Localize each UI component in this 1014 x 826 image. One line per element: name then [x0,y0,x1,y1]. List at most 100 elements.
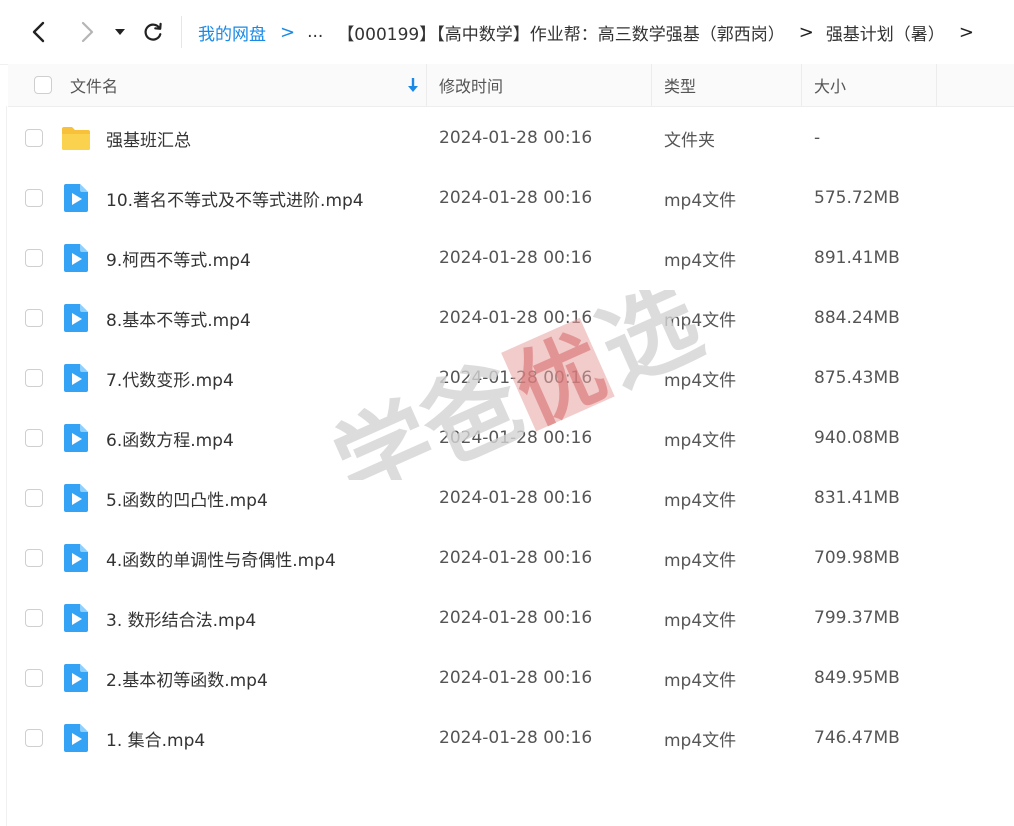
file-row[interactable]: 9.柯西不等式.mp4 2024-01-28 00:16 mp4文件 891.41MB [8,228,1014,288]
file-row[interactable]: 7.代数变形.mp4 2024-01-28 00:16 mp4文件 875.43MB [8,348,1014,408]
file-modified: 2024-01-28 00:16 [439,728,593,748]
file-row[interactable]: 10.著名不等式及不等式进阶.mp4 2024-01-28 00:16 mp4文件 5… [8,168,1014,228]
file-size: - [814,128,821,148]
row-checkbox-cell [25,528,43,588]
breadcrumb-separator-icon: > [798,21,814,43]
file-row[interactable]: 1. 集合.mp4 2024-01-28 00:16 mp4文件 746.47MB [8,708,1014,768]
file-name[interactable]: 10.著名不等式及不等式进阶.mp4 [106,168,364,228]
file-name[interactable]: 2.基本初等函数.mp4 [106,648,268,708]
breadcrumb-ellipsis[interactable]: ... [307,22,323,42]
row-checkbox[interactable] [25,609,43,627]
left-rail-divider [6,106,7,826]
file-row[interactable]: 强基班汇总 2024-01-28 00:16 文件夹 - [8,108,1014,168]
row-checkbox[interactable] [25,309,43,327]
row-checkbox[interactable] [25,489,43,507]
file-type: mp4文件 [664,310,737,331]
row-checkbox[interactable] [25,729,43,747]
back-button[interactable] [24,16,54,48]
select-all-checkbox[interactable] [34,76,52,94]
row-checkbox[interactable] [25,369,43,387]
row-checkbox[interactable] [25,189,43,207]
file-row[interactable]: 5.函数的凹凸性.mp4 2024-01-28 00:16 mp4文件 831.41M… [8,468,1014,528]
row-checkbox-cell [25,588,43,648]
row-checkbox[interactable] [25,429,43,447]
file-type: mp4文件 [664,190,737,211]
refresh-button[interactable] [138,16,168,48]
file-size: 940.08MB [814,428,900,448]
file-modified: 2024-01-28 00:16 [439,248,593,268]
file-name[interactable]: 4.函数的单调性与奇偶性.mp4 [106,528,336,588]
file-modified: 2024-01-28 00:16 [439,428,593,448]
file-type: mp4文件 [664,370,737,391]
file-row[interactable]: 4.函数的单调性与奇偶性.mp4 2024-01-28 00:16 mp4文件 709… [8,528,1014,588]
video-file-icon [60,648,92,708]
column-header-name[interactable]: 文件名 [70,64,118,106]
history-dropdown-button[interactable] [106,16,134,48]
sort-descending-icon[interactable] [405,75,421,95]
forward-button[interactable] [72,16,102,48]
row-checkbox-cell [25,348,43,408]
navigation-bar: 我的网盘 > ... 【000199】【高中数学】作业帮：高三数学强基（郭西岗）… [0,0,1014,65]
column-divider[interactable] [426,64,427,106]
file-modified: 2024-01-28 00:16 [439,128,593,148]
video-file-icon [60,228,92,288]
video-file-icon [60,288,92,348]
file-modified: 2024-01-28 00:16 [439,368,593,388]
video-file-icon [60,168,92,228]
row-checkbox-cell [25,108,43,168]
column-divider[interactable] [801,64,802,106]
chevron-left-icon [32,21,45,43]
file-modified: 2024-01-28 00:16 [439,188,593,208]
file-size: 799.37MB [814,608,900,628]
file-size: 709.98MB [814,548,900,568]
file-name[interactable]: 强基班汇总 [106,108,191,168]
row-checkbox[interactable] [25,549,43,567]
refresh-icon [144,22,162,41]
caret-down-icon [115,29,125,35]
column-divider[interactable] [936,64,937,106]
file-size: 891.41MB [814,248,900,268]
file-size: 575.72MB [814,188,900,208]
file-size: 746.47MB [814,728,900,748]
column-header-type[interactable]: 类型 [664,64,696,106]
file-type: mp4文件 [664,550,737,571]
row-checkbox-cell [25,468,43,528]
file-row[interactable]: 6.函数方程.mp4 2024-01-28 00:16 mp4文件 940.08MB [8,408,1014,468]
column-header-size[interactable]: 大小 [814,64,846,106]
file-name[interactable]: 3. 数形结合法.mp4 [106,588,256,648]
video-file-icon [60,708,92,768]
file-modified: 2024-01-28 00:16 [439,668,593,688]
file-list: 强基班汇总 2024-01-28 00:16 文件夹 - 10.著名不等式及不等式进阶.… [8,108,1014,768]
row-checkbox[interactable] [25,669,43,687]
breadcrumb-item-course[interactable]: 【000199】【高中数学】作业帮：高三数学强基（郭西岗） [337,20,784,45]
file-row[interactable]: 2.基本初等函数.mp4 2024-01-28 00:16 mp4文件 849.95M… [8,648,1014,708]
breadcrumb-root[interactable]: 我的网盘 [198,20,266,45]
file-type: mp4文件 [664,610,737,631]
file-type: mp4文件 [664,670,737,691]
column-divider[interactable] [651,64,652,106]
row-checkbox-cell [25,288,43,348]
file-name[interactable]: 7.代数变形.mp4 [106,348,234,408]
file-size: 884.24MB [814,308,900,328]
file-type: 文件夹 [664,130,715,151]
file-type: mp4文件 [664,430,737,451]
file-name[interactable]: 9.柯西不等式.mp4 [106,228,251,288]
file-name[interactable]: 5.函数的凹凸性.mp4 [106,468,268,528]
select-all-cell [34,64,52,106]
file-row[interactable]: 8.基本不等式.mp4 2024-01-28 00:16 mp4文件 884.24MB [8,288,1014,348]
file-name[interactable]: 8.基本不等式.mp4 [106,288,251,348]
file-size: 849.95MB [814,668,900,688]
file-type: mp4文件 [664,250,737,271]
file-name[interactable]: 6.函数方程.mp4 [106,408,234,468]
file-size: 875.43MB [814,368,900,388]
row-checkbox[interactable] [25,129,43,147]
file-row[interactable]: 3. 数形结合法.mp4 2024-01-28 00:16 mp4文件 799.37M… [8,588,1014,648]
file-list-header: 文件名 修改时间 类型 大小 [8,64,1014,107]
file-name[interactable]: 1. 集合.mp4 [106,708,205,768]
column-header-modified[interactable]: 修改时间 [439,64,503,106]
row-checkbox[interactable] [25,249,43,267]
breadcrumb: 我的网盘 > ... 【000199】【高中数学】作业帮：高三数学强基（郭西岗）… [198,16,1014,48]
breadcrumb-item-current[interactable]: 强基计划（暑） [826,20,945,45]
file-type: mp4文件 [664,490,737,511]
video-file-icon [60,528,92,588]
